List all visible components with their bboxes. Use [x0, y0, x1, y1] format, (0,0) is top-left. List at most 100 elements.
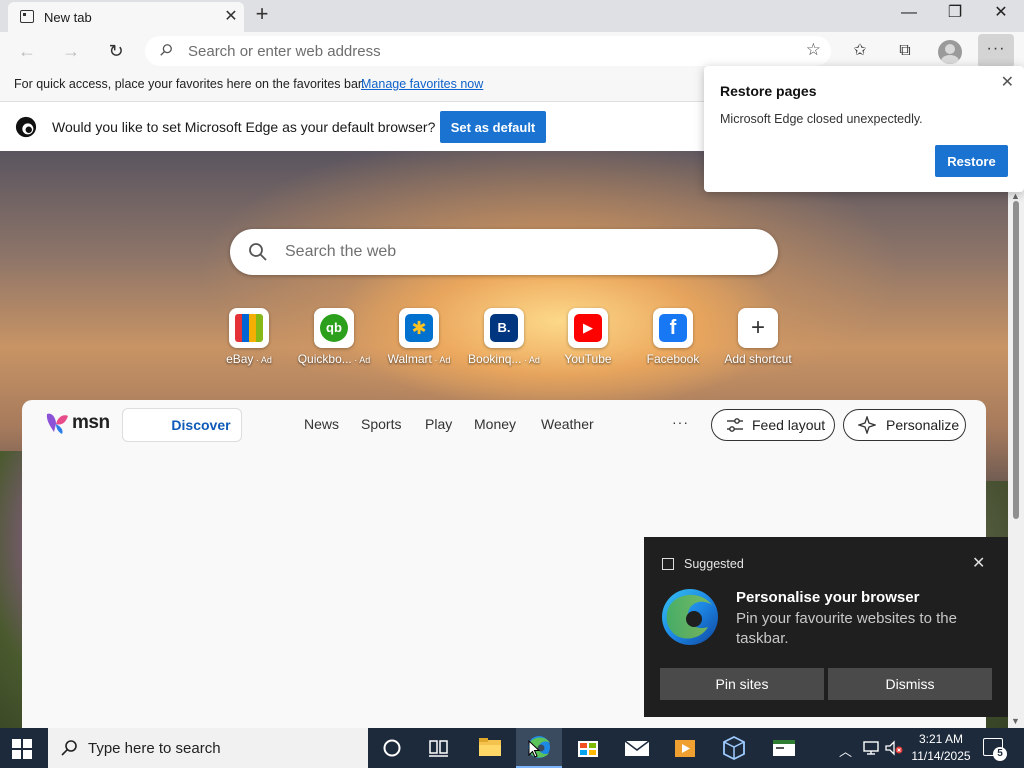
manage-favorites-link[interactable]: Manage favorites now — [361, 77, 483, 91]
shortcut-tile[interactable]: B. — [484, 308, 524, 348]
taskbar-search-placeholder: Type here to search — [88, 740, 221, 757]
forward-button[interactable]: → — [58, 38, 84, 64]
feed-layout-button[interactable]: Feed layout — [711, 409, 835, 441]
ad-tag: · Ad — [253, 355, 272, 365]
volume-muted-icon[interactable] — [884, 740, 904, 756]
add-shortcut-icon: + — [744, 314, 772, 342]
personalize-button[interactable]: Personalize — [843, 409, 966, 441]
refresh-button[interactable]: ↻ — [103, 38, 129, 64]
microsoft-store-icon[interactable] — [565, 728, 611, 768]
minimize-button[interactable]: — — [886, 0, 932, 30]
shortcut-bookinq[interactable]: B. Bookinq... · Ad — [464, 308, 544, 370]
new-tab-button[interactable]: + — [252, 3, 272, 25]
restore-pages-popup: Restore pages Microsoft Edge closed unex… — [704, 66, 1024, 192]
close-icon[interactable]: ✕ — [972, 553, 985, 573]
msn-logo[interactable]: msn — [44, 410, 114, 436]
shortcut-label-text: Bookinq... — [468, 352, 522, 366]
suggest-title: Personalise your browser — [736, 589, 920, 606]
pin-icon — [662, 558, 674, 570]
scroll-up-arrow-icon[interactable]: ▲ — [1011, 191, 1020, 201]
shortcut-label: Walmart · Ad — [379, 352, 459, 366]
app-window-icon[interactable] — [761, 728, 807, 768]
tab-money[interactable]: Money — [474, 416, 516, 432]
suggest-body: Pin your favourite websites to the taskb… — [736, 610, 957, 647]
tab-sports[interactable]: Sports — [361, 416, 401, 432]
set-as-default-button[interactable]: Set as default — [440, 111, 546, 143]
restore-window-button[interactable]: ❐ — [932, 0, 978, 30]
dismiss-button[interactable]: Dismiss — [828, 668, 992, 700]
shortcut-facebook[interactable]: f Facebook — [633, 308, 713, 370]
web-search-box[interactable]: Search the web — [230, 229, 778, 275]
new-tab-page-icon — [20, 10, 34, 23]
favorites-icon[interactable]: ✩ — [849, 40, 871, 62]
scrollbar-thumb[interactable] — [1013, 201, 1019, 519]
collections-icon[interactable]: ⧉ — [894, 40, 916, 62]
address-bar[interactable]: Search or enter web address ☆ — [145, 36, 831, 66]
taskbar-clock[interactable]: 3:21 AM 11/14/2025 — [906, 731, 976, 765]
feed-layout-label: Feed layout — [752, 417, 826, 433]
file-explorer-icon[interactable] — [467, 728, 513, 768]
tab-weather[interactable]: Weather — [541, 416, 594, 432]
shortcut-walmart[interactable]: ✱ Walmart · Ad — [379, 308, 459, 370]
shortcut-label-text: eBay — [226, 352, 254, 366]
settings-and-more-button[interactable]: ··· — [978, 34, 1014, 68]
tab-discover[interactable]: Discover — [122, 408, 242, 442]
scroll-down-arrow-icon[interactable]: ▼ — [1011, 716, 1020, 726]
suggested-notification: Suggested ✕ Personalise your browser Pin… — [644, 537, 1008, 717]
more-tabs-button[interactable]: ··· — [672, 414, 689, 430]
restore-button[interactable]: Restore — [935, 145, 1008, 177]
shortcut-quickbo[interactable]: qb Quickbo... · Ad — [294, 308, 374, 370]
mail-icon[interactable] — [614, 728, 660, 768]
search-icon — [249, 243, 267, 261]
default-browser-prompt: Would you like to set Microsoft Edge as … — [52, 119, 436, 135]
restore-title: Restore pages — [720, 83, 817, 99]
page-scrollbar[interactable]: ▲ ▼ — [1008, 191, 1024, 728]
windows-start-icon[interactable] — [12, 739, 32, 759]
shortcut-tile[interactable] — [229, 308, 269, 348]
shortcut-label-text: Facebook — [646, 352, 700, 366]
booking-icon: B. — [490, 314, 518, 342]
pin-sites-button[interactable]: Pin sites — [660, 668, 824, 700]
shortcut-add-shortcut[interactable]: + Add shortcut — [718, 308, 798, 370]
shortcut-label-text: YouTube — [564, 352, 612, 366]
profile-avatar-icon[interactable] — [938, 40, 962, 64]
clock-time: 3:21 AM — [918, 732, 964, 746]
title-bar: New tab ✕ + — ❐ ✕ — [0, 0, 1024, 32]
close-icon[interactable]: ✕ — [1001, 72, 1014, 92]
add-favorite-star-icon[interactable]: ☆ — [806, 40, 821, 60]
msn-wordmark: msn — [72, 412, 110, 433]
shortcut-tile[interactable]: + — [738, 308, 778, 348]
shortcut-tile[interactable]: ✱ — [399, 308, 439, 348]
cortana-icon[interactable] — [369, 728, 415, 768]
shortcut-tile[interactable]: ▶ — [568, 308, 608, 348]
shortcut-label: Add shortcut — [718, 352, 798, 366]
show-hidden-icons-button[interactable]: ︿ — [839, 741, 852, 760]
network-icon[interactable] — [862, 740, 880, 756]
shortcut-tile[interactable]: f — [653, 308, 693, 348]
ad-tag: · Ad — [351, 355, 371, 365]
shortcut-label-text: Add shortcut — [724, 352, 792, 366]
web-search-placeholder: Search the web — [285, 243, 397, 260]
notification-count-badge: 5 — [993, 747, 1007, 761]
shortcut-label: Quickbo... · Ad — [294, 352, 374, 366]
tab-news[interactable]: News — [304, 416, 339, 432]
tab-play[interactable]: Play — [425, 416, 452, 432]
personalize-label: Personalize — [886, 417, 960, 433]
tab-new-tab[interactable]: New tab ✕ — [8, 2, 244, 32]
shortcut-youtube[interactable]: ▶ YouTube — [548, 308, 628, 370]
close-tab-icon[interactable]: ✕ — [222, 6, 240, 26]
shortcut-ebay[interactable]: eBay · Ad — [209, 308, 289, 370]
back-button[interactable]: ← — [14, 38, 40, 64]
tab-title: New tab — [44, 10, 92, 25]
task-view-icon[interactable] — [416, 728, 462, 768]
youtube-icon: ▶ — [574, 314, 602, 342]
shortcut-label-text: Quickbo... — [297, 352, 352, 366]
media-player-icon[interactable] — [662, 728, 708, 768]
shortcut-label: YouTube — [548, 352, 628, 366]
sliders-icon — [727, 418, 743, 432]
shortcut-tile[interactable]: qb — [314, 308, 354, 348]
close-window-button[interactable]: ✕ — [978, 0, 1024, 30]
shortcut-label: Facebook — [633, 352, 713, 366]
taskbar-search-box[interactable]: Type here to search — [48, 728, 368, 768]
virtualbox-icon[interactable] — [711, 728, 757, 768]
